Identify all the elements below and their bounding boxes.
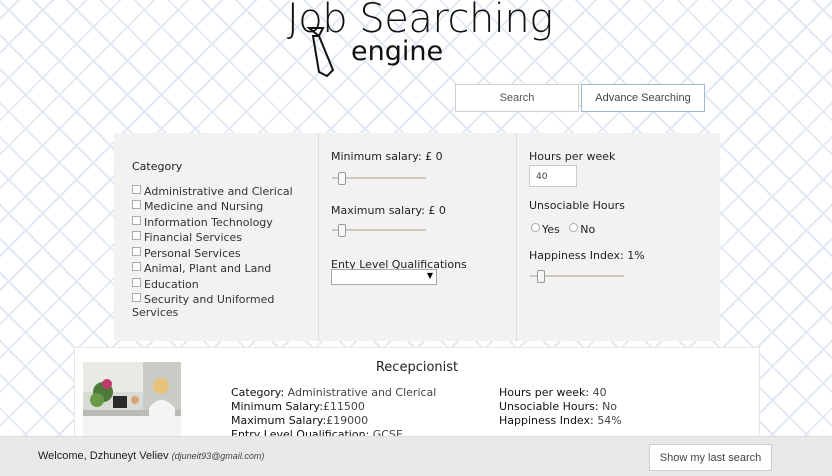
category-option[interactable]: Security and Uniformed (132, 293, 274, 306)
happiness-label: Happiness Index: 1% (529, 249, 645, 262)
filters-panel: Category Administrative and Clerical Med… (114, 133, 720, 341)
user-email: (djuneit93@gmail.com) (171, 451, 265, 461)
tab-search[interactable]: Search (455, 84, 579, 112)
radio-no-label: No (580, 223, 596, 236)
result-category: Category: Administrative and Clerical (231, 386, 437, 399)
checkbox[interactable] (132, 200, 141, 209)
result-max-salary: Maximum Salary:£19000 (231, 414, 369, 427)
job-photo (83, 362, 181, 442)
category-label: Category (132, 160, 183, 173)
happiness-slider[interactable] (530, 270, 624, 283)
checkbox[interactable] (132, 231, 141, 240)
checkbox[interactable] (132, 278, 141, 287)
category-option[interactable]: Administrative and Clerical (132, 185, 293, 198)
category-option[interactable]: Animal, Plant and Land (132, 262, 271, 275)
radio-no[interactable] (569, 223, 579, 232)
entry-qualification-select[interactable]: ▼ (331, 269, 437, 285)
checkbox[interactable] (132, 185, 141, 194)
category-option-continued: Services (132, 306, 179, 319)
slider-track (332, 229, 426, 231)
welcome-name: Welcome, Dzhuneyt Veliev (38, 450, 169, 462)
logo-line2: engine (351, 36, 444, 67)
hours-input[interactable]: 40 (529, 165, 577, 187)
max-salary-slider[interactable] (332, 224, 426, 237)
slider-track (332, 177, 426, 179)
job-result-card[interactable]: Recepcionist Category: Administrative an… (74, 347, 760, 444)
category-option[interactable]: Medicine and Nursing (132, 200, 263, 213)
category-option[interactable]: Information Technology (132, 216, 273, 229)
slider-thumb[interactable] (537, 270, 545, 283)
result-hours: Hours per week: 40 (499, 386, 607, 399)
category-option[interactable]: Financial Services (132, 231, 242, 244)
min-salary-slider[interactable] (332, 172, 426, 185)
result-min-salary: Minimum Salary:£11500 (231, 400, 365, 413)
welcome-text: Welcome, Dzhuneyt Veliev (djuneit93@gmail… (38, 450, 264, 462)
search-tabs: Search Advance Searching (455, 84, 705, 112)
max-salary-label: Maximum salary: £ 0 (331, 204, 446, 217)
checkbox[interactable] (132, 216, 141, 225)
slider-thumb[interactable] (338, 224, 346, 237)
site-logo: Job Searching engine (285, 0, 555, 80)
unsociable-radio-group: Yes No (531, 223, 595, 236)
result-unsociable: Unsociable Hours: No (499, 400, 618, 413)
footer-bar: Welcome, Dzhuneyt Veliev (djuneit93@gmail… (0, 436, 832, 476)
category-option[interactable]: Personal Services (132, 247, 241, 260)
radio-yes[interactable] (531, 223, 540, 232)
category-column: Category Administrative and Clerical Med… (114, 133, 318, 341)
checkbox[interactable] (132, 247, 141, 256)
checkbox[interactable] (132, 293, 141, 302)
unsociable-label: Unsociable Hours (529, 199, 625, 212)
min-salary-label: Minimum salary: £ 0 (331, 150, 443, 163)
tab-advance-searching[interactable]: Advance Searching (581, 84, 705, 112)
radio-yes-label: Yes (542, 223, 560, 236)
checkbox[interactable] (132, 262, 141, 271)
salary-column: Minimum salary: £ 0 Maximum salary: £ 0 … (318, 133, 517, 341)
tie-icon (306, 27, 335, 78)
slider-thumb[interactable] (338, 172, 346, 185)
hours-column: Hours per week 40 Unsociable Hours Yes N… (516, 133, 721, 341)
chevron-down-icon: ▼ (426, 271, 433, 280)
result-happiness: Happiness Index: 54% (499, 414, 622, 427)
category-option[interactable]: Education (132, 278, 199, 291)
show-last-search-button[interactable]: Show my last search (649, 444, 772, 471)
hours-label: Hours per week (529, 150, 616, 163)
